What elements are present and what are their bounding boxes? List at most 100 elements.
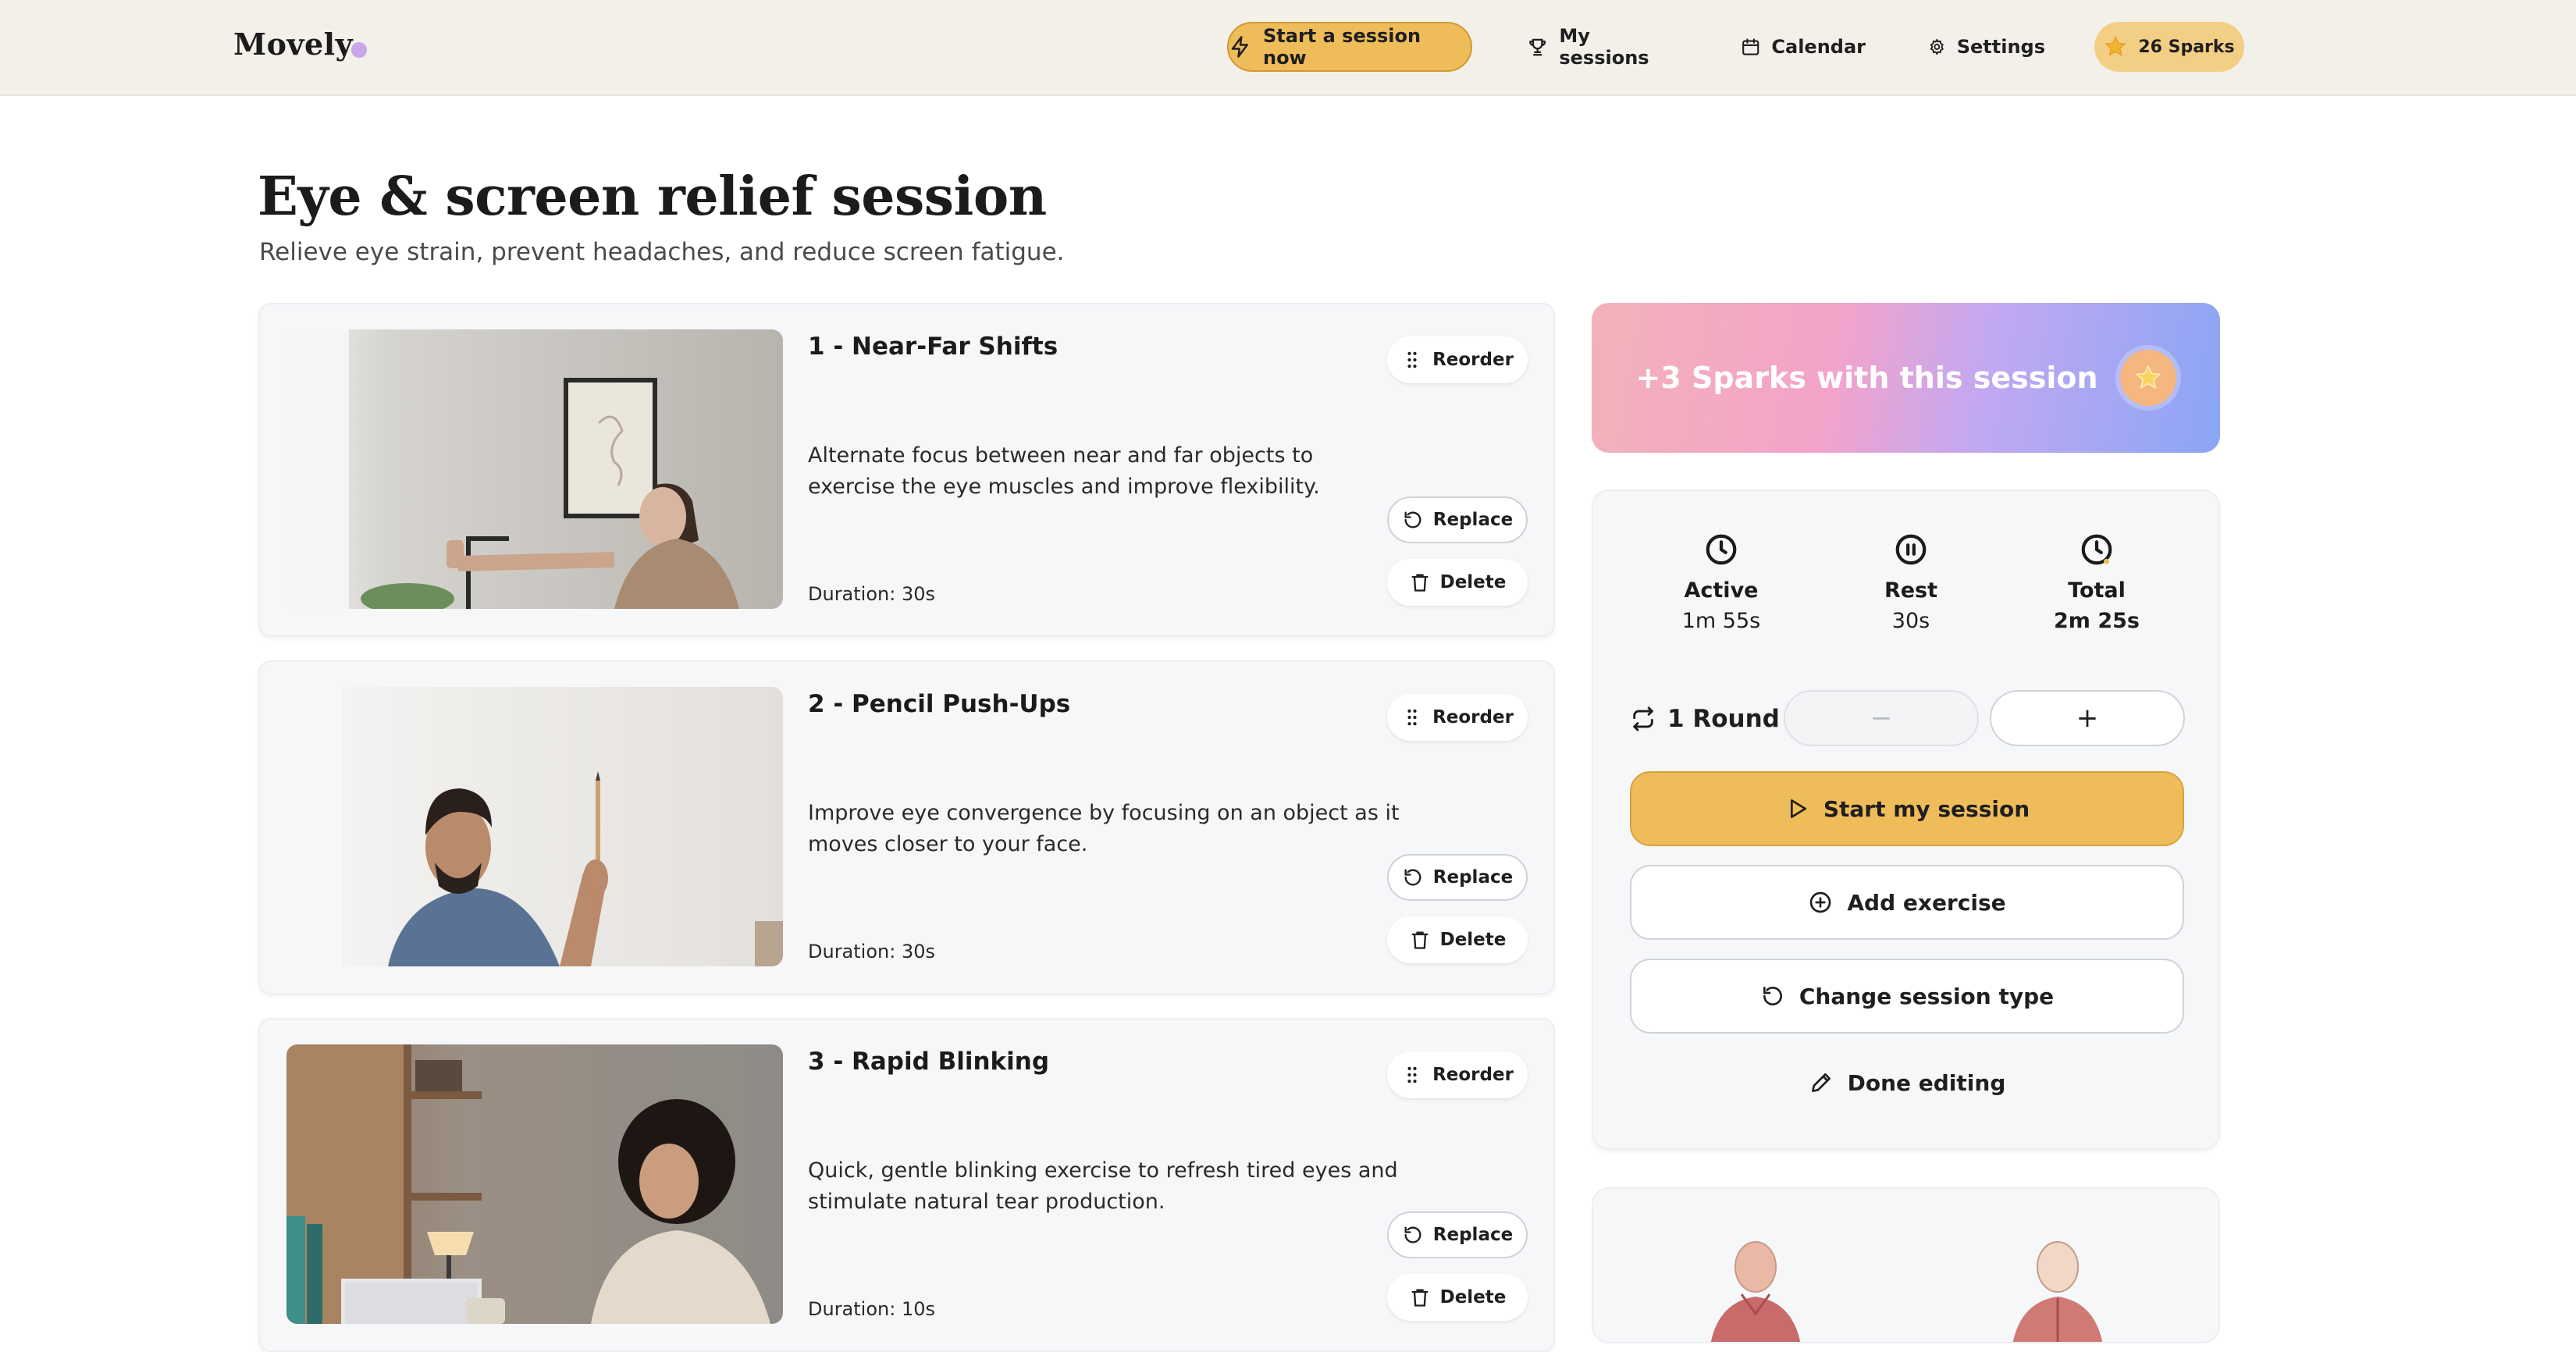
replace-label: Replace — [1433, 510, 1513, 530]
lightning-icon — [1229, 35, 1252, 59]
refresh-icon — [1760, 984, 1785, 1009]
stat-rest: Rest 30s — [1833, 532, 1989, 633]
clock-total-icon — [2079, 532, 2115, 567]
reorder-label: Reorder — [1432, 1065, 1514, 1085]
start-my-session-label: Start my session — [1823, 796, 2030, 822]
nav-my-sessions-label: My sessions — [1559, 25, 1675, 69]
delete-button[interactable]: Delete — [1387, 916, 1528, 963]
refresh-icon — [1402, 509, 1424, 531]
trash-icon — [1409, 571, 1431, 593]
plus-circle-icon — [1808, 890, 1833, 915]
done-editing-label: Done editing — [1848, 1070, 2006, 1096]
nav-my-sessions[interactable]: My sessions — [1527, 22, 1675, 72]
exercise-title: 1 - Near-Far Shifts — [808, 333, 1058, 361]
start-session-now-button[interactable]: Start a session now — [1227, 22, 1472, 72]
change-session-type-button[interactable]: Change session type — [1630, 959, 2184, 1034]
delete-label: Delete — [1440, 572, 1507, 592]
stat-total-label: Total — [2019, 578, 2175, 603]
nav-settings[interactable]: Settings — [1928, 22, 2045, 72]
exercise-duration: Duration: 10s — [808, 1298, 935, 1320]
exercise-title: 2 - Pencil Push-Ups — [808, 690, 1070, 718]
change-session-type-label: Change session type — [1799, 984, 2054, 1009]
trash-icon — [1409, 1286, 1431, 1308]
start-session-now-label: Start a session now — [1263, 25, 1471, 69]
exercise-card: 2 - Pencil Push-Ups Improve eye converge… — [258, 660, 1555, 994]
replace-button[interactable]: Replace — [1387, 854, 1528, 901]
gear-icon — [1928, 35, 1946, 59]
replace-button[interactable]: Replace — [1387, 496, 1528, 543]
sparks-reward-banner: +3 Sparks with this session — [1592, 303, 2220, 453]
session-summary-panel: Active 1m 55s Rest 30s Total 2m 25s 1 Ro… — [1592, 489, 2220, 1150]
add-exercise-label: Add exercise — [1847, 890, 2005, 916]
rounds-label: 1 Round — [1667, 705, 1780, 733]
increment-rounds-button[interactable]: + — [1990, 690, 2185, 746]
reorder-button[interactable]: Reorder — [1387, 336, 1528, 383]
stat-total: Total 2m 25s — [2019, 532, 2175, 633]
muscle-map-illustration — [1593, 1189, 2220, 1343]
nav-settings-label: Settings — [1957, 36, 2045, 58]
drag-handle-icon — [1401, 706, 1423, 728]
drag-handle-icon — [1401, 1064, 1423, 1086]
page-subtitle: Relieve eye strain, prevent headaches, a… — [259, 238, 1065, 266]
reorder-label: Reorder — [1432, 350, 1514, 370]
add-exercise-button[interactable]: Add exercise — [1630, 865, 2184, 940]
stat-active-label: Active — [1643, 578, 1799, 603]
exercise-duration: Duration: 30s — [808, 583, 935, 605]
logo-dot — [351, 42, 367, 58]
pause-circle-icon — [1893, 532, 1929, 567]
stat-active: Active 1m 55s — [1643, 532, 1799, 633]
nav-calendar-label: Calendar — [1771, 36, 1866, 58]
repeat-icon — [1630, 706, 1656, 732]
exercise-description: Improve eye convergence by focusing on a… — [808, 798, 1401, 860]
pencil-icon — [1809, 1070, 1834, 1095]
exercise-image — [286, 1044, 783, 1324]
stat-rest-label: Rest — [1833, 578, 1989, 603]
replace-button[interactable]: Replace — [1387, 1211, 1528, 1258]
exercise-duration: Duration: 30s — [808, 941, 935, 962]
muscle-map-panel — [1592, 1187, 2220, 1343]
delete-label: Delete — [1440, 930, 1507, 950]
refresh-icon — [1402, 866, 1424, 888]
reorder-button[interactable]: Reorder — [1387, 1051, 1528, 1098]
page-title: Eye & screen relief session — [258, 165, 1047, 228]
exercise-card: 1 - Near-Far Shifts Alternate focus betw… — [258, 303, 1555, 637]
body-back — [2012, 1242, 2103, 1343]
top-header: Movely Start a session now My sessions C… — [0, 0, 2576, 96]
stat-rest-value: 30s — [1833, 609, 1989, 633]
replace-label: Replace — [1433, 1225, 1513, 1245]
play-icon — [1784, 796, 1809, 821]
trash-icon — [1409, 929, 1431, 951]
calendar-icon — [1741, 35, 1760, 59]
exercise-description: Alternate focus between near and far obj… — [808, 440, 1401, 503]
done-editing-button[interactable]: Done editing — [1630, 1045, 2184, 1120]
sparks-badge[interactable]: 26 Sparks — [2094, 22, 2244, 72]
nav-calendar[interactable]: Calendar — [1741, 22, 1866, 72]
start-my-session-button[interactable]: Start my session — [1630, 771, 2184, 846]
sparks-count: 26 Sparks — [2138, 37, 2234, 57]
trophy-icon — [1527, 35, 1548, 59]
star-badge-icon — [2120, 350, 2176, 406]
replace-label: Replace — [1433, 867, 1513, 888]
sparks-reward-text: +3 Sparks with this session — [1635, 361, 2097, 395]
exercise-description: Quick, gentle blinking exercise to refre… — [808, 1155, 1401, 1218]
reorder-button[interactable]: Reorder — [1387, 694, 1528, 741]
exercise-image — [286, 329, 783, 609]
refresh-icon — [1402, 1224, 1424, 1246]
delete-label: Delete — [1440, 1287, 1507, 1308]
exercise-image — [286, 687, 783, 966]
drag-handle-icon — [1401, 349, 1423, 371]
body-front — [1710, 1242, 1801, 1343]
delete-button[interactable]: Delete — [1387, 559, 1528, 606]
reorder-label: Reorder — [1432, 707, 1514, 728]
rounds-indicator: 1 Round — [1630, 705, 1780, 733]
decrement-rounds-button[interactable]: − — [1784, 690, 1979, 746]
logo[interactable]: Movely — [233, 27, 367, 62]
exercise-title: 3 - Rapid Blinking — [808, 1048, 1049, 1076]
star-icon — [2104, 35, 2127, 59]
exercise-card: 3 - Rapid Blinking Quick, gentle blinkin… — [258, 1018, 1555, 1352]
delete-button[interactable]: Delete — [1387, 1274, 1528, 1321]
stat-active-value: 1m 55s — [1643, 609, 1799, 633]
stat-total-value: 2m 25s — [2019, 609, 2175, 633]
clock-icon — [1703, 532, 1739, 567]
minus-icon: − — [1870, 703, 1893, 734]
